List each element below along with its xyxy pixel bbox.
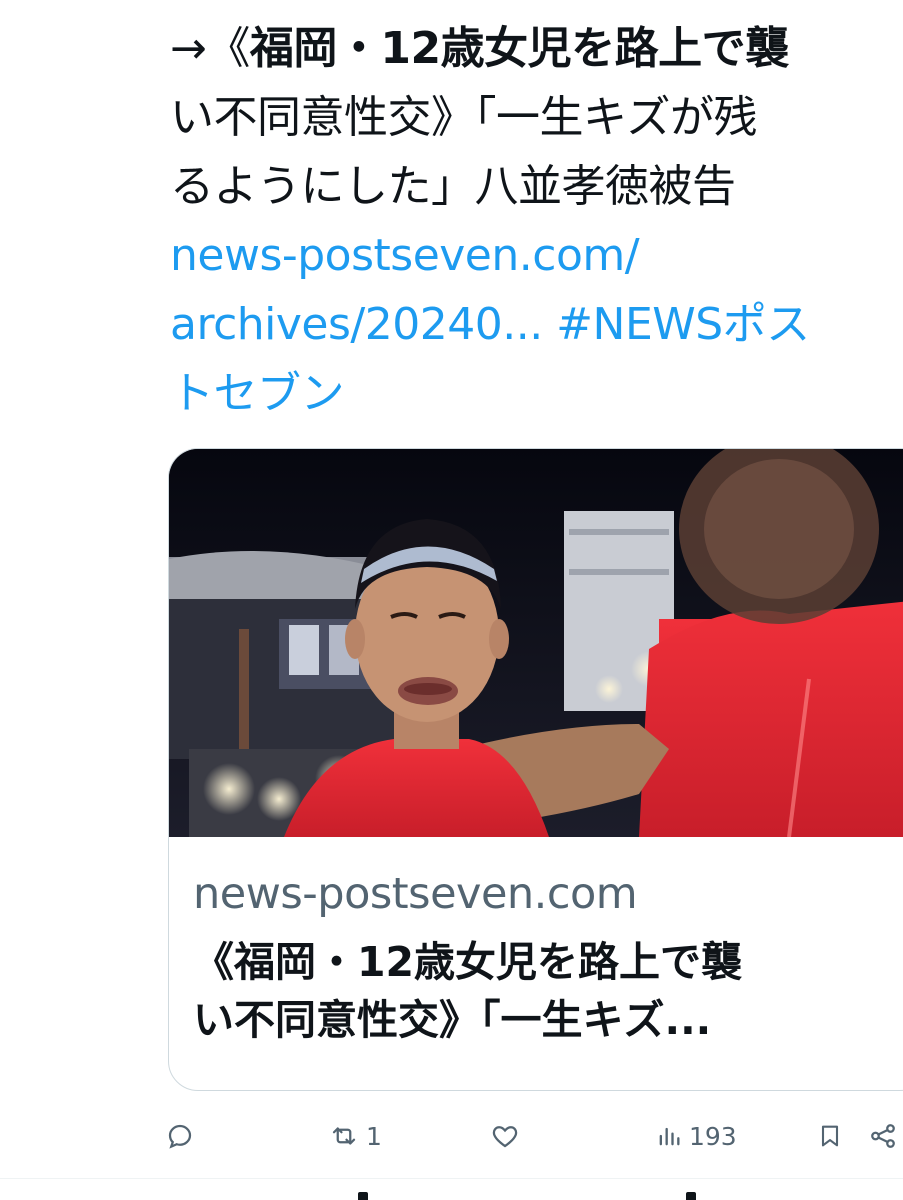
share-button[interactable] (868, 1112, 898, 1160)
share-icon (868, 1121, 898, 1151)
link-preview-card[interactable]: news-postseven.com 《福岡・12歳女児を路上で襲 い不同意性交… (168, 448, 903, 1091)
views-icon (655, 1121, 683, 1151)
tweet-text-line-1: →《福岡・12歳女児を路上で襲 (170, 14, 903, 83)
divider (0, 1178, 903, 1179)
views-button[interactable]: 193 (655, 1112, 737, 1160)
next-tweet-peek (330, 1186, 710, 1200)
like-button[interactable] (490, 1112, 526, 1160)
views-count: 193 (689, 1121, 737, 1151)
heart-icon (490, 1121, 520, 1151)
headline-bold: 福岡・12歳女児を路上で襲 (249, 23, 789, 74)
card-photo (169, 449, 903, 837)
article-link[interactable]: news-postseven.com/ (170, 221, 903, 290)
retweet-button[interactable]: 1 (328, 1112, 382, 1160)
hashtag-link[interactable]: トセブン (170, 359, 903, 428)
reply-icon (165, 1121, 195, 1151)
card-domain: news-postseven.com (193, 869, 638, 919)
article-link-hashtag[interactable]: archives/20240... #NEWSポス (170, 290, 903, 359)
retweet-count: 1 (366, 1121, 382, 1151)
tweet-text: →《福岡・12歳女児を路上で襲 い不同意性交》「一生キズが残 るようにした」八並… (170, 14, 903, 428)
bookmark-icon (816, 1121, 844, 1151)
card-title-line-2: い不同意性交》「一生キズ... (193, 996, 712, 1044)
reply-button[interactable] (165, 1112, 201, 1160)
retweet-icon (328, 1121, 360, 1151)
bookmark-button[interactable] (816, 1112, 844, 1160)
arrow-prefix: →《 (170, 23, 250, 74)
card-title-line-1: 《福岡・12歳女児を路上で襲 (193, 938, 743, 986)
card-title: 《福岡・12歳女児を路上で襲 い不同意性交》「一生キズ... (193, 933, 893, 1049)
tweet-text-line-3: るようにした」八並孝徳被告 (170, 161, 736, 212)
tweet-action-bar: 1 193 (0, 1112, 903, 1160)
tweet-text-line-2: い不同意性交》「一生キズが残 (170, 92, 758, 143)
